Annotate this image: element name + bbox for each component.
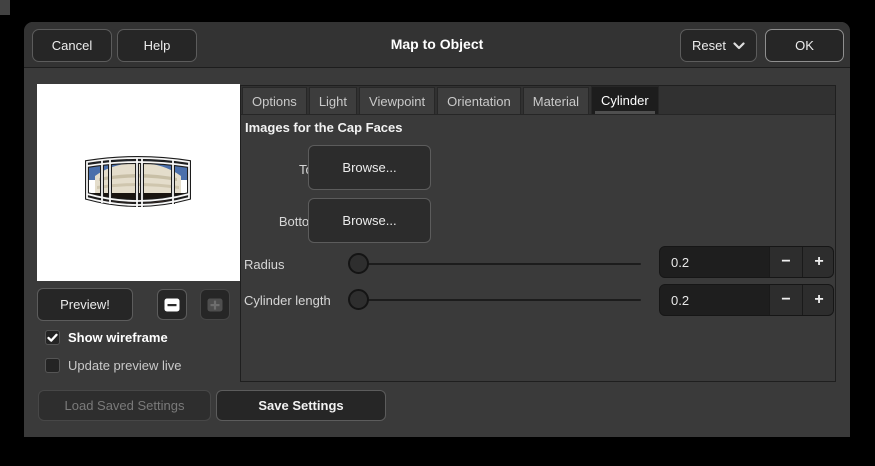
reset-button-label: Reset bbox=[692, 38, 726, 53]
cylinder-length-increment-button[interactable]: + bbox=[802, 285, 833, 315]
save-settings-label: Save Settings bbox=[258, 398, 344, 413]
checkmark-icon bbox=[47, 333, 58, 342]
settings-notebook: Options Light Viewpoint Orientation Mate… bbox=[240, 85, 836, 382]
radius-slider-track[interactable] bbox=[356, 263, 641, 265]
tab-material[interactable]: Material bbox=[522, 87, 589, 114]
bottom-browse-button[interactable]: Browse... bbox=[308, 198, 431, 243]
tab-orientation[interactable]: Orientation bbox=[437, 87, 521, 114]
show-wireframe-label: Show wireframe bbox=[68, 330, 168, 345]
cylinder-length-value-input[interactable] bbox=[660, 285, 769, 315]
radius-label: Radius bbox=[244, 257, 285, 272]
ok-button[interactable]: OK bbox=[765, 29, 844, 62]
zoom-in-button[interactable] bbox=[200, 289, 230, 320]
reset-button[interactable]: Reset bbox=[680, 29, 757, 62]
tab-strip: Options Light Viewpoint Orientation Mate… bbox=[241, 86, 835, 115]
map-to-object-dialog: Cancel Help Map to Object Reset OK Previ… bbox=[24, 22, 850, 437]
tab-viewpoint-label: Viewpoint bbox=[369, 93, 426, 109]
load-saved-settings-label: Load Saved Settings bbox=[64, 398, 185, 413]
cylinder-length-slider-knob[interactable] bbox=[348, 289, 369, 310]
titlebar: Cancel Help Map to Object Reset OK bbox=[24, 22, 850, 68]
radius-spinbox: − + bbox=[659, 246, 834, 278]
cylinder-length-label: Cylinder length bbox=[244, 293, 331, 308]
radius-slider-knob[interactable] bbox=[348, 253, 369, 274]
zoom-out-icon bbox=[164, 298, 180, 311]
background-window-fragment bbox=[0, 0, 10, 15]
top-browse-button-label: Browse... bbox=[342, 160, 397, 175]
tab-material-label: Material bbox=[532, 93, 579, 109]
cylinder-length-decrement-button[interactable]: − bbox=[769, 285, 802, 315]
bottom-browse-button-label: Browse... bbox=[342, 213, 397, 228]
show-wireframe-checkbox[interactable] bbox=[45, 330, 60, 345]
tab-orientation-label: Orientation bbox=[447, 93, 511, 109]
radius-value-input[interactable] bbox=[660, 247, 769, 277]
chevron-down-icon bbox=[733, 41, 745, 49]
save-settings-button[interactable]: Save Settings bbox=[216, 390, 386, 421]
cylinder-preview-image bbox=[85, 156, 191, 207]
radius-increment-button[interactable]: + bbox=[802, 247, 833, 277]
update-preview-live-label: Update preview live bbox=[68, 358, 182, 373]
preview-button[interactable]: Preview! bbox=[37, 288, 133, 321]
radius-decrement-button[interactable]: − bbox=[769, 247, 802, 277]
tab-light-label: Light bbox=[318, 93, 348, 109]
cylinder-length-spinbox: − + bbox=[659, 284, 834, 316]
top-browse-button[interactable]: Browse... bbox=[308, 145, 431, 190]
update-preview-live-checkbox[interactable] bbox=[45, 358, 60, 373]
tab-options[interactable]: Options bbox=[242, 87, 307, 114]
cylinder-length-slider-track[interactable] bbox=[356, 299, 641, 301]
ok-button-label: OK bbox=[795, 38, 814, 53]
tab-cylinder[interactable]: Cylinder bbox=[591, 86, 659, 114]
show-wireframe-row: Show wireframe bbox=[45, 330, 168, 345]
preview-button-label: Preview! bbox=[60, 297, 110, 312]
zoom-out-button[interactable] bbox=[157, 289, 187, 320]
tab-options-label: Options bbox=[252, 93, 297, 109]
preview-area bbox=[37, 84, 240, 281]
zoom-in-icon bbox=[207, 298, 223, 311]
tab-cylinder-label: Cylinder bbox=[601, 93, 649, 108]
cap-faces-section-title: Images for the Cap Faces bbox=[245, 120, 403, 135]
tab-viewpoint[interactable]: Viewpoint bbox=[359, 87, 436, 114]
load-saved-settings-button[interactable]: Load Saved Settings bbox=[38, 390, 211, 421]
update-preview-live-row: Update preview live bbox=[45, 358, 181, 373]
tab-light[interactable]: Light bbox=[308, 87, 358, 114]
